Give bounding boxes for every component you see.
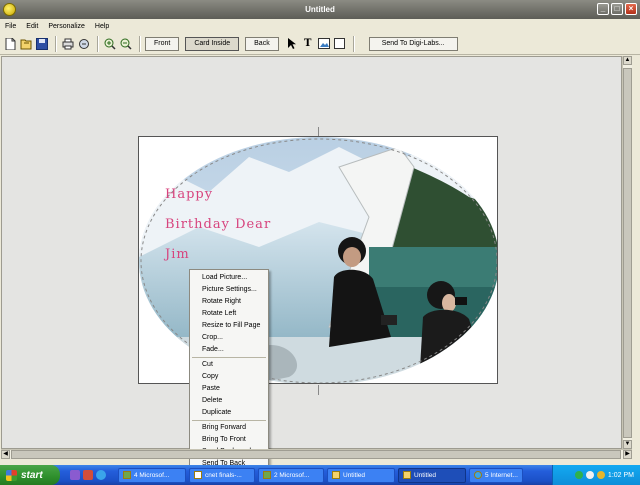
taskbar-item[interactable]: cnet finals-...: [189, 467, 255, 483]
minimize-button[interactable]: _: [597, 3, 609, 15]
select-arrow-icon[interactable]: [285, 37, 299, 51]
network-icon[interactable]: [574, 471, 583, 479]
maximize-button[interactable]: □: [611, 3, 623, 15]
save-icon[interactable]: [35, 37, 49, 51]
text-tool-icon[interactable]: T: [301, 37, 315, 51]
greeting-line-1[interactable]: Happy: [165, 187, 213, 202]
system-tray: 1:02 PM: [552, 465, 640, 485]
horizontal-scroll-thumb[interactable]: [11, 450, 621, 459]
title-bar: Untitled _ □ ×: [0, 0, 640, 19]
quick-launch-app-icon[interactable]: [70, 470, 80, 480]
taskbar-item[interactable]: 5 Internet...: [469, 467, 523, 483]
shape-tool-icon[interactable]: [333, 37, 347, 51]
menu-file[interactable]: File: [0, 23, 21, 30]
menu-paste[interactable]: Paste: [190, 383, 268, 395]
center-guide-bottom: [318, 385, 319, 395]
scroll-up-arrow-icon[interactable]: ▲: [623, 56, 632, 65]
greeting-line-2[interactable]: Birthday Dear: [165, 217, 271, 232]
app-icon: [403, 471, 411, 479]
taskbar-item[interactable]: 4 Microsof...: [118, 467, 186, 483]
front-button[interactable]: Front: [145, 36, 180, 51]
vertical-scroll-thumb[interactable]: [623, 68, 632, 438]
menu-load-picture[interactable]: Load Picture...: [190, 272, 268, 284]
card-inside-button[interactable]: Card Inside: [185, 36, 240, 51]
window-title: Untitled: [305, 5, 335, 14]
send-to-digi-labs-button[interactable]: Send To Digi-Labs...: [368, 36, 458, 51]
document-icon: [194, 471, 202, 479]
print-preview-icon[interactable]: [77, 37, 91, 51]
security-icon[interactable]: [596, 471, 605, 479]
toolbar-separator: [352, 35, 355, 52]
vertical-scrollbar[interactable]: ▲ ▼: [622, 56, 632, 449]
menu-cut[interactable]: Cut: [190, 359, 268, 371]
word-icon: [123, 471, 131, 479]
menu-crop[interactable]: Crop...: [190, 332, 268, 344]
scroll-right-arrow-icon[interactable]: ▶: [623, 450, 632, 459]
context-menu: Load Picture... Picture Settings... Rota…: [189, 269, 269, 467]
taskbar: start 4 Microsof... cnet finals-... 2 Mi…: [0, 465, 640, 485]
zoom-out-icon[interactable]: [119, 37, 133, 51]
scroll-down-arrow-icon[interactable]: ▼: [623, 440, 632, 449]
horizontal-scrollbar[interactable]: ◀ ▶: [1, 449, 632, 459]
internet-explorer-icon: [474, 471, 482, 479]
menu-help[interactable]: Help: [90, 23, 114, 30]
menu-delete[interactable]: Delete: [190, 395, 268, 407]
internet-explorer-icon[interactable]: [96, 470, 106, 480]
word-icon: [263, 471, 271, 479]
menu-resize-to-fill-page[interactable]: Resize to Fill Page: [190, 320, 268, 332]
open-file-icon[interactable]: [19, 37, 33, 51]
new-document-icon[interactable]: [3, 37, 17, 51]
menu-copy[interactable]: Copy: [190, 371, 268, 383]
volume-icon[interactable]: [585, 471, 594, 479]
toolbar-separator: [55, 35, 57, 52]
start-label: start: [21, 469, 43, 481]
scroll-left-arrow-icon[interactable]: ◀: [1, 450, 10, 459]
menu-bar: File Edit Personalize Help: [0, 19, 640, 33]
windows-flag-icon: [6, 469, 17, 481]
app-icon: [332, 471, 340, 479]
quick-launch: [70, 470, 106, 480]
menu-duplicate[interactable]: Duplicate: [190, 407, 268, 419]
back-button[interactable]: Back: [245, 36, 279, 51]
toolbar-separator: [139, 35, 141, 52]
greeting-line-3[interactable]: Jim: [165, 247, 190, 262]
picture-tool-icon[interactable]: [317, 37, 331, 51]
start-button[interactable]: start: [0, 465, 60, 485]
menu-bring-forward[interactable]: Bring Forward: [190, 422, 268, 434]
menu-rotate-right[interactable]: Rotate Right: [190, 296, 268, 308]
menu-edit[interactable]: Edit: [21, 23, 43, 30]
taskbar-item-active[interactable]: Untitled: [398, 467, 466, 483]
taskbar-item[interactable]: Untitled: [327, 467, 395, 483]
menu-bring-to-front[interactable]: Bring To Front: [190, 434, 268, 446]
quick-launch-app-icon[interactable]: [83, 470, 93, 480]
menu-fade[interactable]: Fade...: [190, 344, 268, 356]
clock: 1:02 PM: [607, 471, 634, 479]
print-icon[interactable]: [61, 37, 75, 51]
close-button[interactable]: ×: [625, 3, 637, 15]
taskbar-item[interactable]: 2 Microsof...: [258, 467, 324, 483]
menu-personalize[interactable]: Personalize: [43, 23, 90, 30]
menu-separator: [192, 420, 266, 421]
menu-separator: [192, 357, 266, 358]
menu-rotate-left[interactable]: Rotate Left: [190, 308, 268, 320]
toolbar-separator: [97, 35, 99, 52]
zoom-in-icon[interactable]: [103, 37, 117, 51]
menu-picture-settings[interactable]: Picture Settings...: [190, 284, 268, 296]
toolbar: Front Card Inside Back T Send To Digi-La…: [0, 33, 640, 55]
